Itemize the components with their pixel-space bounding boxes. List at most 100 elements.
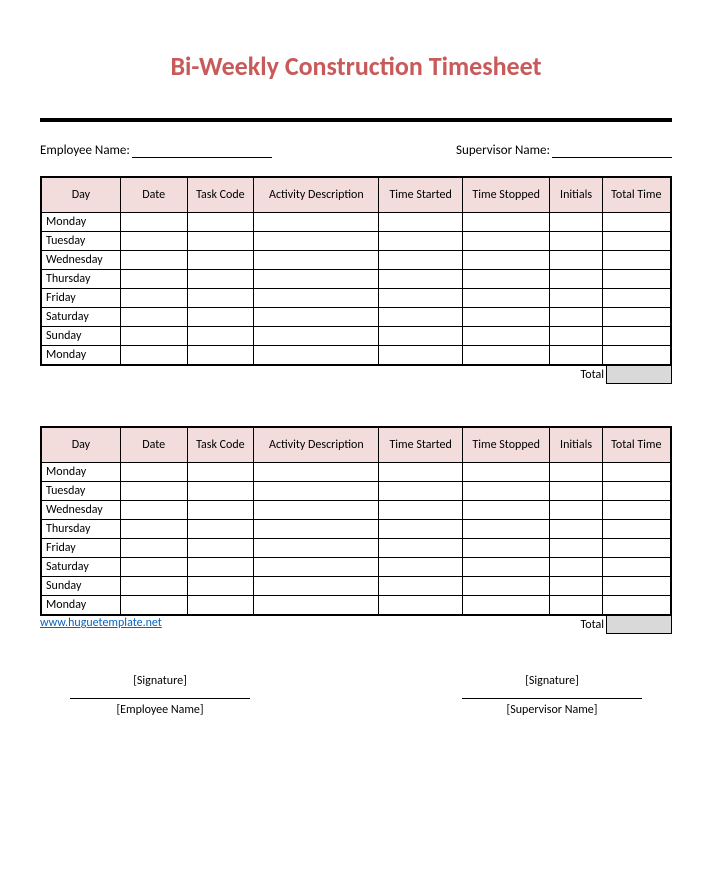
cell-input[interactable] [187, 482, 254, 501]
cell-input[interactable] [379, 213, 462, 232]
cell-input[interactable] [187, 463, 254, 482]
cell-input[interactable] [254, 327, 379, 346]
cell-input[interactable] [254, 270, 379, 289]
cell-input[interactable] [120, 289, 187, 308]
cell-input[interactable] [120, 520, 187, 539]
cell-input[interactable] [379, 596, 462, 616]
cell-input[interactable] [462, 289, 550, 308]
cell-input[interactable] [379, 577, 462, 596]
cell-input[interactable] [550, 327, 602, 346]
cell-input[interactable] [187, 232, 254, 251]
cell-input[interactable] [602, 213, 671, 232]
cell-input[interactable] [550, 232, 602, 251]
cell-input[interactable] [550, 558, 602, 577]
cell-input[interactable] [187, 213, 254, 232]
cell-input[interactable] [602, 232, 671, 251]
cell-input[interactable] [254, 308, 379, 327]
cell-input[interactable] [379, 539, 462, 558]
cell-input[interactable] [379, 482, 462, 501]
cell-input[interactable] [120, 501, 187, 520]
cell-input[interactable] [254, 251, 379, 270]
cell-input[interactable] [462, 270, 550, 289]
cell-input[interactable] [602, 558, 671, 577]
cell-input[interactable] [550, 463, 602, 482]
week1-total-box[interactable] [606, 366, 672, 384]
cell-input[interactable] [602, 308, 671, 327]
cell-input[interactable] [550, 213, 602, 232]
cell-input[interactable] [120, 308, 187, 327]
cell-input[interactable] [462, 501, 550, 520]
cell-input[interactable] [254, 346, 379, 366]
cell-input[interactable] [379, 501, 462, 520]
cell-input[interactable] [187, 539, 254, 558]
cell-input[interactable] [602, 577, 671, 596]
cell-input[interactable] [254, 232, 379, 251]
cell-input[interactable] [462, 520, 550, 539]
cell-input[interactable] [254, 539, 379, 558]
cell-input[interactable] [187, 596, 254, 616]
cell-input[interactable] [120, 213, 187, 232]
cell-input[interactable] [120, 463, 187, 482]
cell-input[interactable] [550, 346, 602, 366]
cell-input[interactable] [120, 232, 187, 251]
cell-input[interactable] [462, 251, 550, 270]
cell-input[interactable] [462, 577, 550, 596]
cell-input[interactable] [254, 463, 379, 482]
cell-input[interactable] [187, 520, 254, 539]
cell-input[interactable] [602, 520, 671, 539]
cell-input[interactable] [120, 596, 187, 616]
cell-input[interactable] [462, 346, 550, 366]
cell-input[interactable] [254, 289, 379, 308]
cell-input[interactable] [120, 346, 187, 366]
cell-input[interactable] [602, 501, 671, 520]
cell-input[interactable] [187, 577, 254, 596]
cell-input[interactable] [120, 539, 187, 558]
cell-input[interactable] [187, 558, 254, 577]
cell-input[interactable] [550, 596, 602, 616]
employee-signature-line[interactable] [70, 698, 250, 699]
cell-input[interactable] [254, 558, 379, 577]
cell-input[interactable] [379, 308, 462, 327]
cell-input[interactable] [120, 482, 187, 501]
cell-input[interactable] [550, 289, 602, 308]
cell-input[interactable] [462, 539, 550, 558]
cell-input[interactable] [462, 482, 550, 501]
cell-input[interactable] [550, 270, 602, 289]
cell-input[interactable] [120, 327, 187, 346]
cell-input[interactable] [379, 463, 462, 482]
cell-input[interactable] [379, 520, 462, 539]
cell-input[interactable] [462, 232, 550, 251]
cell-input[interactable] [254, 520, 379, 539]
cell-input[interactable] [462, 327, 550, 346]
cell-input[interactable] [462, 558, 550, 577]
employee-name-input-line[interactable] [132, 142, 272, 158]
cell-input[interactable] [187, 270, 254, 289]
cell-input[interactable] [254, 213, 379, 232]
cell-input[interactable] [550, 501, 602, 520]
cell-input[interactable] [462, 308, 550, 327]
cell-input[interactable] [187, 346, 254, 366]
cell-input[interactable] [254, 596, 379, 616]
cell-input[interactable] [379, 346, 462, 366]
cell-input[interactable] [462, 213, 550, 232]
supervisor-name-input-line[interactable] [552, 142, 672, 158]
cell-input[interactable] [254, 577, 379, 596]
cell-input[interactable] [254, 501, 379, 520]
cell-input[interactable] [602, 482, 671, 501]
supervisor-signature-line[interactable] [462, 698, 642, 699]
cell-input[interactable] [379, 251, 462, 270]
cell-input[interactable] [120, 558, 187, 577]
cell-input[interactable] [602, 596, 671, 616]
cell-input[interactable] [550, 539, 602, 558]
cell-input[interactable] [187, 308, 254, 327]
cell-input[interactable] [187, 327, 254, 346]
cell-input[interactable] [550, 251, 602, 270]
cell-input[interactable] [120, 270, 187, 289]
cell-input[interactable] [602, 327, 671, 346]
cell-input[interactable] [120, 251, 187, 270]
cell-input[interactable] [602, 539, 671, 558]
cell-input[interactable] [550, 520, 602, 539]
cell-input[interactable] [187, 501, 254, 520]
cell-input[interactable] [379, 327, 462, 346]
template-link[interactable]: www.huguetemplate.net [40, 616, 162, 630]
